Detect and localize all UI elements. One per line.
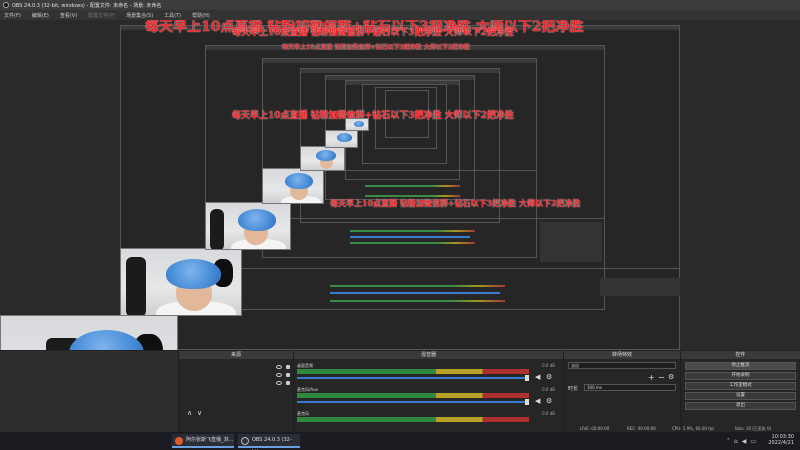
audio-mixer-title: 混音器 <box>294 351 563 359</box>
gear-icon[interactable]: ⚙ <box>668 373 674 381</box>
menu-scene-collection[interactable]: 场景集合(S) <box>126 12 153 19</box>
sources-list[interactable]: ∧ ∨ <box>179 359 293 433</box>
eye-icon[interactable] <box>276 365 282 369</box>
speaker-icon[interactable]: ◀ <box>535 398 542 405</box>
live-timer: LIVE: 00:00:00 <box>580 426 610 431</box>
menu-edit[interactable]: 编辑(E) <box>32 12 49 19</box>
preview-canvas[interactable]: 每天早上10点直播 钻粉加微信群+钻石以下3把净胜 大师以下2把净胜 每天早上1… <box>0 20 800 350</box>
volume-slider-handle[interactable] <box>525 375 529 381</box>
gear-icon[interactable]: ⚙ <box>546 398 553 405</box>
menu-bar: 文件(F) 编辑(E) 查看(V) 配置文件(P) 场景集合(S) 工具(T) … <box>0 10 800 20</box>
title-bar[interactable]: OBS 24.0.3 (32-bit, windows) - 配置文件: 未命名… <box>0 0 800 10</box>
audio-mixer-dock: 混音器 桌面音频 0.0 dB ◀ ⚙ 麦克风/Aux 0.0 dB ◀ ⚙ 麦… <box>293 351 563 433</box>
mixer-channel-db: 0.0 dB <box>542 387 555 392</box>
eye-icon[interactable] <box>276 381 282 385</box>
network-icon[interactable]: ⌂ <box>734 438 738 445</box>
webcam-frame-4 <box>262 168 324 204</box>
obs-logo-icon <box>3 2 9 8</box>
volume-icon[interactable]: ◀ <box>742 438 747 445</box>
menu-help[interactable]: 帮助(H) <box>192 12 210 19</box>
eye-icon[interactable] <box>276 373 282 377</box>
add-transition-button[interactable]: + <box>648 373 655 382</box>
webcam-frame-6 <box>325 130 358 148</box>
duration-input[interactable]: 300 ms <box>584 384 676 391</box>
overlay-banner-4: 每天早上10点直播 钻粉加微信群+钻石以下3把净胜 大师以下2把净胜 <box>282 44 470 51</box>
cpu-fps: CPU: 1.9%, 60.00 fps <box>672 426 715 431</box>
settings-button[interactable]: 设置 <box>685 392 796 400</box>
app-icon <box>175 437 183 445</box>
mixer-channel-db: 0.0 dB <box>542 411 555 416</box>
window-title: OBS 24.0.3 (32-bit, windows) - 配置文件: 未命名… <box>12 2 162 9</box>
speaker-icon[interactable]: ◀ <box>535 374 542 381</box>
studio-mode-button[interactable]: 工作室模式 <box>685 382 796 390</box>
overlay-banner-2: 每天早上10点直播 钻粉加微信群+钻石以下3把净胜 大师以下2把净胜 <box>232 28 514 38</box>
rec-timer: REC: 00:00:00 <box>627 426 656 431</box>
menu-view[interactable]: 查看(V) <box>60 12 77 19</box>
controls-dock: 控件 停止推流 开始录制 工作室模式 设置 退出 <box>680 351 800 433</box>
overlay-banner-3: 每天早上10点直播 钻粉加微信群+钻石以下3把净胜 大师以下2把净胜 <box>232 111 514 121</box>
taskbar-item-browser[interactable]: 阿尔张斯飞直播_浏... <box>172 434 234 448</box>
source-move-down-button[interactable]: ∨ <box>197 409 202 417</box>
taskbar-item-label: 阿尔张斯飞直播_浏... <box>186 437 234 443</box>
volume-slider[interactable] <box>297 377 529 379</box>
scene-transitions-title: 转场特效 <box>564 351 680 359</box>
start-recording-button[interactable]: 开始录制 <box>685 372 796 380</box>
chevron-up-icon[interactable]: ˄ <box>727 438 730 445</box>
remove-transition-button[interactable]: − <box>658 373 665 382</box>
webcam-frame-7 <box>345 118 369 131</box>
webcam-frame-5 <box>300 146 345 171</box>
scene-transitions-dock: 转场特效 淡出 + − ⚙ 时长 300 ms <box>563 351 680 433</box>
clock-date: 2022/4/21 <box>768 440 794 446</box>
lock-icon[interactable] <box>286 381 290 385</box>
menu-tools[interactable]: 工具(T) <box>164 12 181 19</box>
volume-meter <box>297 393 529 398</box>
stop-streaming-button[interactable]: 停止推流 <box>685 362 796 370</box>
system-tray: ˄ ⌂ ◀ ▭ <box>727 438 756 445</box>
exit-button[interactable]: 退出 <box>685 402 796 410</box>
controls-title: 控件 <box>681 351 800 359</box>
volume-slider[interactable] <box>297 401 529 403</box>
mixer-channel-mic-aux: 麦克风/Aux 0.0 dB ◀ ⚙ <box>297 387 555 411</box>
lock-icon[interactable] <box>286 365 290 369</box>
obs-window: OBS 24.0.3 (32-bit, windows) - 配置文件: 未命名… <box>0 0 800 450</box>
dock-area: 来源 ∧ ∨ 混音器 桌面音频 0.0 dB ◀ ⚙ 麦克风/Aux 0.0 d… <box>0 350 800 433</box>
menu-file[interactable]: 文件(F) <box>4 12 21 19</box>
volume-meter <box>297 369 529 374</box>
volume-meter <box>297 417 529 422</box>
sources-dock-title: 来源 <box>179 351 293 359</box>
mixer-channel-desktop: 桌面音频 0.0 dB ◀ ⚙ <box>297 363 555 387</box>
taskbar-item-obs[interactable]: OBS 24.0.3 (32-bit... <box>238 434 300 450</box>
windows-taskbar: 阿尔张斯飞直播_浏... OBS 24.0.3 (32-bit... ˄ ⌂ ◀… <box>0 432 800 450</box>
taskbar-item-label: OBS 24.0.3 (32-bit... <box>252 437 292 450</box>
obs-logo-icon <box>241 437 249 445</box>
volume-slider-handle[interactable] <box>525 399 529 405</box>
sources-dock: 来源 ∧ ∨ <box>178 351 293 433</box>
webcam-frame-1 <box>0 315 178 350</box>
transition-select[interactable]: 淡出 <box>568 362 676 369</box>
webcam-frame-3 <box>205 202 291 250</box>
mixer-channel-db: 0.0 dB <box>542 363 555 368</box>
webcam-frame-2 <box>120 248 242 316</box>
duration-label: 时长 <box>568 386 579 392</box>
clock[interactable]: 10:03:30 2022/4/21 <box>768 434 794 446</box>
overlay-banner-5: 每天早上10点直播 钻粉加微信群+钻石以下3把净胜 大师以下2把净胜 <box>330 198 581 208</box>
notification-icon[interactable]: ▭ <box>750 438 756 445</box>
menu-profile[interactable]: 配置文件(P) <box>88 12 115 19</box>
lock-icon[interactable] <box>286 373 290 377</box>
gear-icon[interactable]: ⚙ <box>546 374 553 381</box>
source-move-up-button[interactable]: ∧ <box>187 409 192 417</box>
